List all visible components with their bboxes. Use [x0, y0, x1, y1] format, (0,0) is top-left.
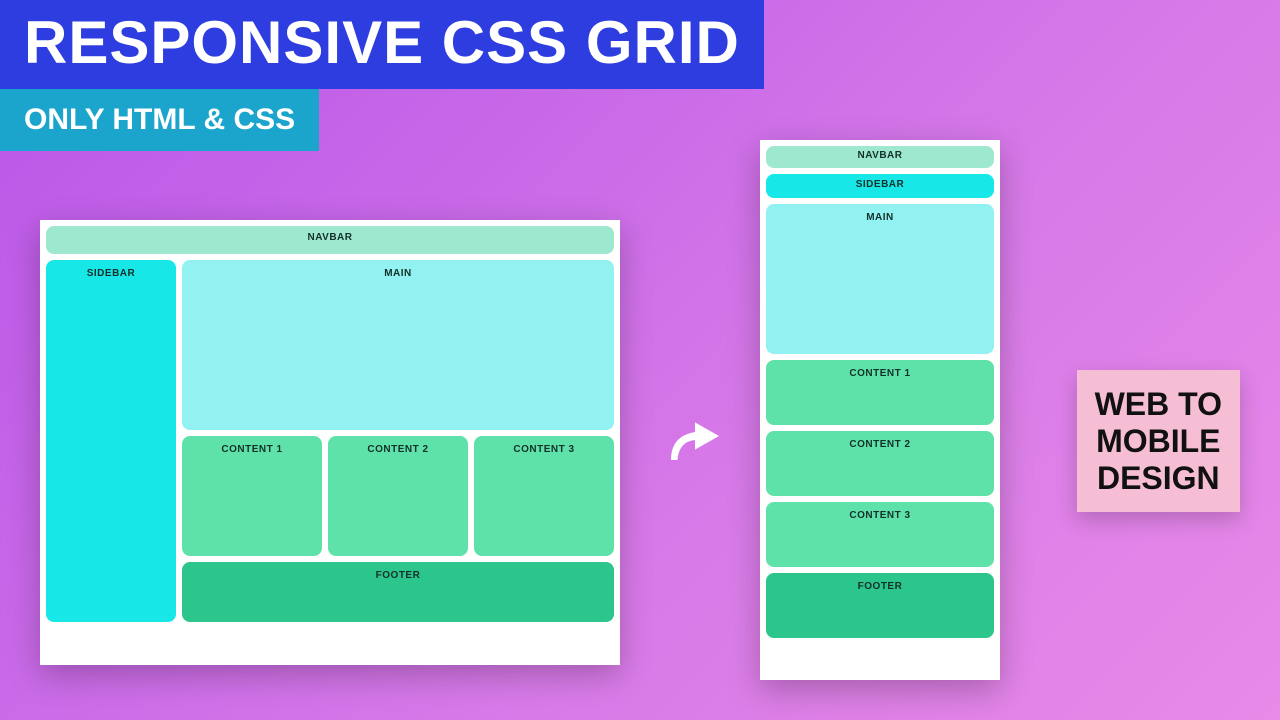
title-bar: RESPONSIVE CSS GRID	[0, 0, 764, 89]
side-label-line2: MOBILE	[1095, 423, 1222, 460]
mobile-content1-region: CONTENT 1	[766, 360, 994, 425]
arrow-icon	[655, 400, 735, 480]
mobile-content2-region: CONTENT 2	[766, 431, 994, 496]
side-label-line3: DESIGN	[1095, 460, 1222, 497]
desktop-footer-region: FOOTER	[182, 562, 614, 622]
desktop-layout-panel: NAVBAR SIDEBAR MAIN CONTENT 1 CONTENT 2 …	[40, 220, 620, 665]
mobile-navbar-region: NAVBAR	[766, 146, 994, 168]
side-label-badge: WEB TO MOBILE DESIGN	[1077, 370, 1240, 512]
desktop-content3-region: CONTENT 3	[474, 436, 614, 556]
mobile-content3-region: CONTENT 3	[766, 502, 994, 567]
mobile-layout-panel: NAVBAR SIDEBAR MAIN CONTENT 1 CONTENT 2 …	[760, 140, 1000, 680]
desktop-sidebar-region: SIDEBAR	[46, 260, 176, 622]
desktop-main-region: MAIN	[182, 260, 614, 430]
subtitle-bar: ONLY HTML & CSS	[0, 89, 319, 151]
side-label-line1: WEB TO	[1095, 386, 1222, 423]
desktop-content2-region: CONTENT 2	[328, 436, 468, 556]
mobile-main-region: MAIN	[766, 204, 994, 354]
mobile-sidebar-region: SIDEBAR	[766, 174, 994, 198]
mobile-footer-region: FOOTER	[766, 573, 994, 638]
desktop-content1-region: CONTENT 1	[182, 436, 322, 556]
desktop-navbar-region: NAVBAR	[46, 226, 614, 254]
